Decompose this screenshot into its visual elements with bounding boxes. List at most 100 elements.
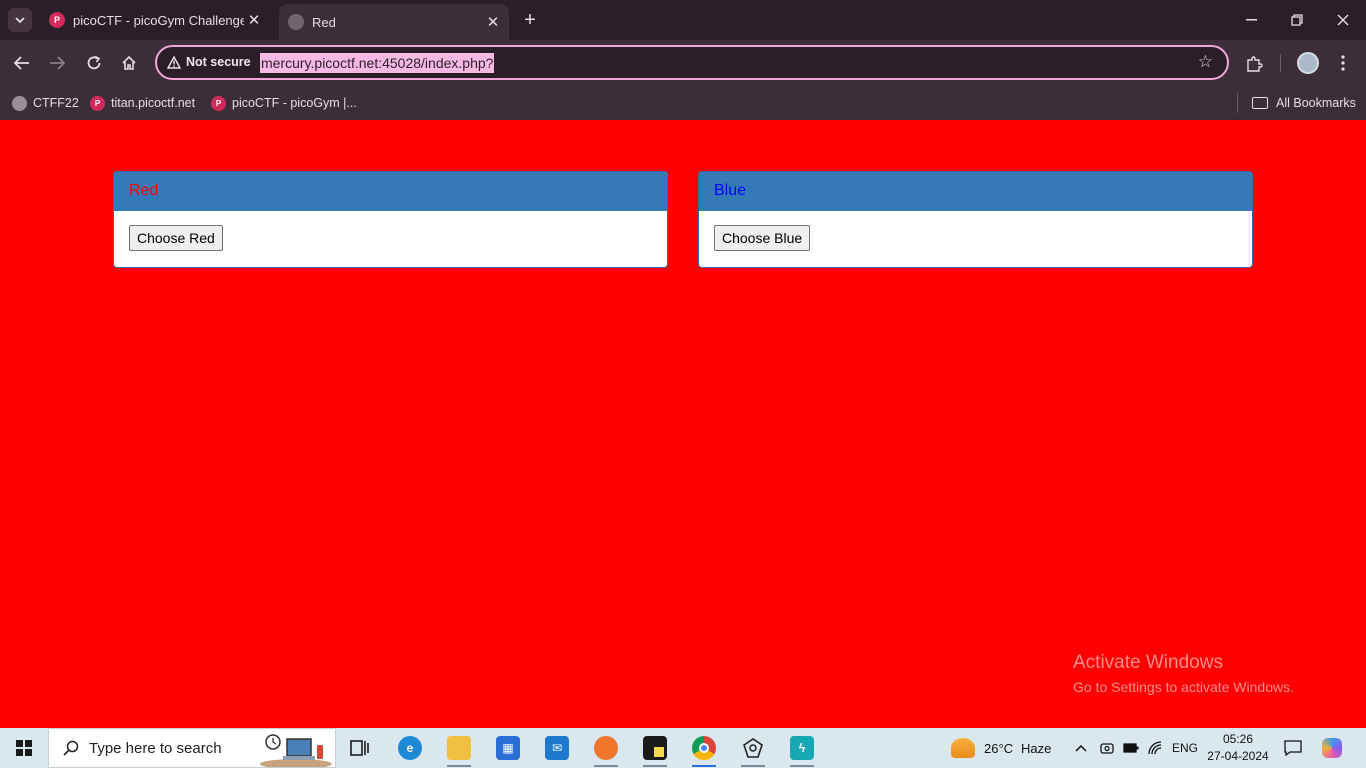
weather-widget[interactable]: 26°C Haze bbox=[951, 728, 1051, 768]
address-bar[interactable]: Not secure mercury.picoctf.net:45028/ind… bbox=[155, 45, 1229, 80]
page-content: Red Choose Red Blue Choose Blue Activate… bbox=[0, 120, 1366, 728]
taskbar-mail[interactable]: ✉ bbox=[537, 728, 577, 768]
taskbar-chrome[interactable] bbox=[684, 728, 724, 768]
picoctf-icon: P bbox=[90, 95, 105, 111]
haze-icon bbox=[951, 738, 975, 758]
globe-icon bbox=[288, 14, 304, 30]
tray-overflow-button[interactable] bbox=[1075, 728, 1087, 768]
close-icon bbox=[1337, 14, 1349, 26]
close-icon[interactable]: ✕ bbox=[244, 10, 264, 30]
new-tab-button[interactable]: + bbox=[519, 9, 541, 31]
profile-avatar[interactable] bbox=[1297, 52, 1319, 74]
bookmark-titan[interactable]: P titan.picoctf.net bbox=[90, 93, 195, 113]
edge-icon: e bbox=[398, 736, 422, 760]
picoctf-icon: P bbox=[211, 95, 226, 111]
bookmark-label: titan.picoctf.net bbox=[111, 96, 196, 110]
bookmark-picogym[interactable]: P picoCTF - picoGym |... bbox=[211, 93, 357, 113]
search-placeholder: Type here to search bbox=[89, 739, 222, 757]
menu-button[interactable] bbox=[1330, 50, 1356, 76]
running-indicator bbox=[594, 765, 618, 767]
task-view-button[interactable] bbox=[340, 728, 380, 768]
puzzle-icon bbox=[1246, 55, 1263, 72]
taskbar-sticky-notes[interactable] bbox=[635, 728, 675, 768]
reload-icon bbox=[87, 55, 101, 70]
taskbar-store[interactable]: ▦ bbox=[488, 728, 528, 768]
restore-button[interactable] bbox=[1274, 0, 1320, 40]
forward-button[interactable] bbox=[44, 50, 70, 76]
firefox-icon bbox=[594, 736, 618, 760]
bookmarks-bar: CTFF22 P titan.picoctf.net P picoCTF - p… bbox=[0, 86, 1366, 120]
security-label: Not secure bbox=[186, 55, 251, 69]
taskbar-app-bolt[interactable]: ϟ bbox=[782, 728, 822, 768]
home-button[interactable] bbox=[116, 50, 142, 76]
home-icon bbox=[122, 55, 136, 70]
choose-blue-button[interactable]: Choose Blue bbox=[714, 225, 811, 251]
red-panel: Red Choose Red bbox=[113, 171, 668, 268]
running-indicator bbox=[790, 765, 814, 767]
taskbar-app-tool[interactable] bbox=[733, 728, 773, 768]
extensions-button[interactable] bbox=[1241, 50, 1267, 76]
laptop-clock-icon bbox=[260, 734, 332, 767]
minimize-button[interactable] bbox=[1228, 0, 1274, 40]
tab-title: Red bbox=[312, 14, 336, 30]
tab-picogym[interactable]: P picoCTF - picoGym Challenges ✕ bbox=[40, 4, 270, 36]
tray-wifi[interactable] bbox=[1148, 728, 1164, 768]
tab-red[interactable]: Red ✕ bbox=[279, 4, 509, 40]
all-bookmarks-button[interactable]: All Bookmarks bbox=[1252, 93, 1356, 113]
taskbar: Type here to search e ▦ ✉ ϟ 26°C Haze EN… bbox=[0, 728, 1366, 768]
tab-search-button[interactable] bbox=[8, 8, 32, 32]
running-indicator bbox=[643, 765, 667, 767]
clock-date: 27-04-2024 bbox=[1207, 749, 1269, 763]
tool-icon bbox=[743, 738, 763, 758]
toolbar-divider bbox=[1280, 54, 1281, 72]
copilot-button[interactable] bbox=[1322, 728, 1342, 768]
tray-battery[interactable] bbox=[1123, 728, 1139, 768]
back-arrow-icon bbox=[14, 56, 29, 70]
store-icon: ▦ bbox=[496, 736, 520, 760]
bookmark-star-icon[interactable]: ☆ bbox=[1198, 52, 1213, 72]
back-button[interactable] bbox=[9, 50, 35, 76]
weather-condition: Haze bbox=[1021, 740, 1052, 756]
url-text[interactable]: mercury.picoctf.net:45028/index.php? bbox=[260, 53, 495, 73]
taskbar-clock[interactable]: 05:26 27-04-2024 bbox=[1205, 731, 1271, 765]
browser-toolbar: Not secure mercury.picoctf.net:45028/ind… bbox=[0, 40, 1366, 86]
taskbar-firefox[interactable] bbox=[586, 728, 626, 768]
folder-icon bbox=[447, 736, 471, 760]
watermark-title: Activate Windows bbox=[1073, 652, 1223, 673]
panel-heading: Red bbox=[114, 172, 667, 211]
bookmarks-divider bbox=[1237, 93, 1238, 113]
close-icon[interactable]: ✕ bbox=[483, 12, 503, 32]
panel-title: Red bbox=[129, 182, 159, 199]
more-vert-icon bbox=[1341, 55, 1345, 71]
bookmark-ctff22[interactable]: CTFF22 bbox=[12, 93, 79, 113]
tray-language[interactable]: ENG bbox=[1172, 728, 1198, 768]
choose-red-button[interactable]: Choose Red bbox=[129, 225, 223, 251]
start-button[interactable] bbox=[12, 728, 36, 768]
reload-button[interactable] bbox=[81, 50, 107, 76]
panel-body: Choose Blue bbox=[699, 211, 1252, 265]
taskbar-search[interactable]: Type here to search bbox=[48, 728, 336, 768]
panel-title: Blue bbox=[714, 182, 747, 199]
panel-body: Choose Red bbox=[114, 211, 667, 265]
tab-strip: P picoCTF - picoGym Challenges ✕ Red ✕ + bbox=[0, 0, 1366, 40]
close-window-button[interactable] bbox=[1320, 0, 1366, 40]
search-highlight-illustration bbox=[257, 733, 335, 767]
security-chip[interactable]: Not secure bbox=[167, 55, 251, 69]
tray-meet-now[interactable] bbox=[1100, 728, 1114, 768]
clock-time: 05:26 bbox=[1222, 732, 1254, 746]
wifi-icon bbox=[1148, 741, 1162, 755]
bookmark-label: picoCTF - picoGym |... bbox=[232, 96, 357, 110]
taskbar-file-explorer[interactable] bbox=[439, 728, 479, 768]
camera-icon bbox=[1100, 743, 1114, 754]
picoctf-icon: P bbox=[49, 12, 65, 28]
tab-title: picoCTF - picoGym Challenges bbox=[73, 12, 244, 28]
weather-temp: 26°C bbox=[984, 740, 1014, 756]
notifications-button[interactable] bbox=[1284, 728, 1302, 768]
language-label: ENG bbox=[1172, 741, 1199, 755]
notification-icon bbox=[1284, 740, 1302, 756]
restore-icon bbox=[1291, 14, 1303, 26]
copilot-icon bbox=[1322, 738, 1342, 758]
all-bookmarks-label: All Bookmarks bbox=[1276, 96, 1356, 110]
bolt-icon: ϟ bbox=[790, 736, 814, 760]
taskbar-edge[interactable]: e bbox=[390, 728, 430, 768]
